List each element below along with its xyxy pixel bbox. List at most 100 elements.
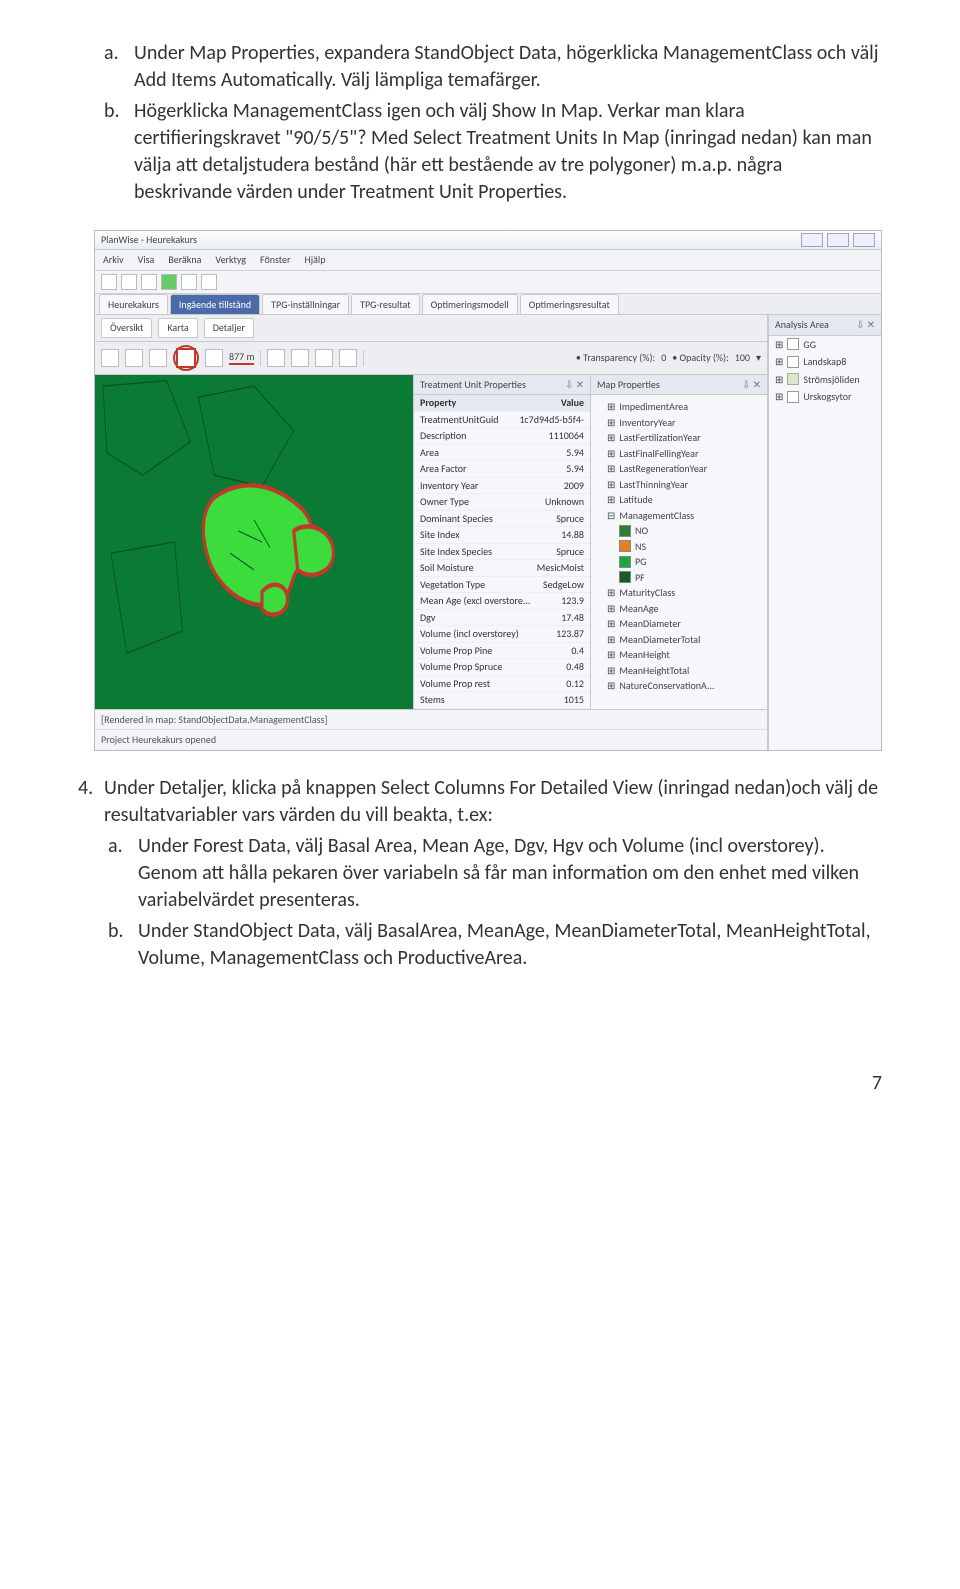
menu-item[interactable]: Hjälp xyxy=(304,253,325,267)
tree-item[interactable]: ⊞LastThinningYear xyxy=(597,477,761,493)
tree-item[interactable]: ⊞MaturityClass xyxy=(597,585,761,601)
prop-row[interactable]: Volume (incl overstorey)123.87 xyxy=(414,626,590,643)
prop-row[interactable]: Owner TypeUnknown xyxy=(414,494,590,511)
prop-row[interactable]: Volume Prop rest0.12 xyxy=(414,676,590,693)
expand-icon[interactable]: ⊞ xyxy=(607,679,615,693)
expand-icon[interactable]: ⊞ xyxy=(607,664,615,678)
tree-item[interactable]: ⊞ImpedimentArea xyxy=(597,399,761,415)
panel-pin-close[interactable]: ⇩ ✕ xyxy=(742,378,761,392)
opacity-dropdown-icon[interactable]: ▾ xyxy=(756,351,761,365)
prop-row[interactable]: Mean Age (excl overstore...123.9 xyxy=(414,593,590,610)
analysis-item[interactable]: ⊞GG xyxy=(769,336,881,354)
prop-row[interactable]: Site Index14.88 xyxy=(414,527,590,544)
map-canvas[interactable] xyxy=(95,375,413,709)
prop-row[interactable]: Inventory Year2009 xyxy=(414,478,590,495)
layer-icon[interactable] xyxy=(291,349,309,367)
tab-ingaende-tillstand[interactable]: Ingående tillstånd xyxy=(170,294,260,315)
expand-icon[interactable]: ⊞ xyxy=(607,462,615,476)
tree-item[interactable]: ⊞Latitude xyxy=(597,492,761,508)
subtab-karta[interactable]: Karta xyxy=(158,318,197,338)
tree-item[interactable]: ⊞LastRegenerationYear xyxy=(597,461,761,477)
tab-optimeringsmodell[interactable]: Optimeringsmodell xyxy=(422,294,518,315)
prop-row[interactable]: Volume Prop Spruce0.48 xyxy=(414,659,590,676)
expand-icon[interactable]: ⊞ xyxy=(607,602,615,616)
expand-icon[interactable]: ⊞ xyxy=(607,493,615,507)
tree-item[interactable]: ⊞MeanHeight xyxy=(597,647,761,663)
tab-tpg-installningar[interactable]: TPG-inställningar xyxy=(262,294,349,315)
zoom-in-icon[interactable] xyxy=(101,349,119,367)
prop-row[interactable]: Soil MoistureMesicMoist xyxy=(414,560,590,577)
tree-item[interactable]: NO xyxy=(597,523,761,539)
checkbox[interactable] xyxy=(787,373,799,385)
expand-icon[interactable]: ⊞ xyxy=(775,355,783,369)
tree-item[interactable]: ⊞MeanDiameter xyxy=(597,616,761,632)
tab-optimeringsresultat[interactable]: Optimeringsresultat xyxy=(520,294,619,315)
expand-icon[interactable]: ⊞ xyxy=(607,416,615,430)
menu-item[interactable]: Visa xyxy=(138,253,155,267)
tree-item[interactable]: PG xyxy=(597,554,761,570)
prop-row[interactable]: Vegetation TypeSedgeLow xyxy=(414,577,590,594)
expand-icon[interactable]: ⊞ xyxy=(775,373,783,387)
expand-icon[interactable]: ⊞ xyxy=(607,633,615,647)
minimize-button[interactable] xyxy=(801,233,823,247)
menu-item[interactable]: Verktyg xyxy=(215,253,246,267)
tree-item[interactable]: ⊞LastFinalFellingYear xyxy=(597,446,761,462)
checkbox[interactable] xyxy=(787,356,799,368)
select-treatment-units-icon[interactable] xyxy=(177,349,195,367)
toolbar-icon[interactable] xyxy=(201,274,217,290)
print-icon[interactable] xyxy=(339,349,357,367)
tree-item[interactable]: NS xyxy=(597,539,761,555)
panel-pin-close[interactable]: ⇩ ✕ xyxy=(565,378,584,392)
tree-item[interactable]: PF xyxy=(597,570,761,586)
prop-row[interactable]: Description1110064 xyxy=(414,428,590,445)
expand-icon[interactable]: ⊞ xyxy=(775,338,783,352)
menu-item[interactable]: Arkiv xyxy=(103,253,124,267)
toolbar-icon[interactable] xyxy=(101,274,117,290)
subtab-oversikt[interactable]: Översikt xyxy=(101,318,152,338)
checkbox[interactable] xyxy=(787,391,799,403)
tree-item[interactable]: ⊞InventoryYear xyxy=(597,415,761,431)
expand-icon[interactable]: ⊞ xyxy=(607,478,615,492)
panel-pin-close[interactable]: ⇩ ✕ xyxy=(856,318,875,332)
prop-row[interactable]: TreatmentUnitGuid1c7d94d5-b5f4- xyxy=(414,412,590,429)
prop-row[interactable]: Dominant SpeciesSpruce xyxy=(414,511,590,528)
save-icon[interactable] xyxy=(315,349,333,367)
expand-icon[interactable]: ⊞ xyxy=(607,400,615,414)
expand-icon[interactable]: ⊞ xyxy=(607,648,615,662)
analysis-item[interactable]: ⊞Landskap8 xyxy=(769,353,881,371)
tree-item[interactable]: ⊞NatureConservationA... xyxy=(597,678,761,694)
maximize-button[interactable] xyxy=(827,233,849,247)
opacity-value[interactable]: 100 xyxy=(735,351,750,365)
prop-row[interactable]: Area5.94 xyxy=(414,445,590,462)
tree-item[interactable]: ⊞MeanAge xyxy=(597,601,761,617)
checkbox[interactable] xyxy=(787,338,799,350)
zoom-out-icon[interactable] xyxy=(125,349,143,367)
toolbar-icon[interactable] xyxy=(141,274,157,290)
close-button[interactable] xyxy=(853,233,875,247)
tree-item[interactable]: ⊞MeanHeightTotal xyxy=(597,663,761,679)
pan-icon[interactable] xyxy=(205,349,223,367)
prop-row[interactable]: Dgv17.48 xyxy=(414,610,590,627)
prop-row[interactable]: Site Index SpeciesSpruce xyxy=(414,544,590,561)
expand-icon[interactable]: ⊟ xyxy=(607,509,615,523)
tab-tpg-resultat[interactable]: TPG-resultat xyxy=(351,294,419,315)
menu-item[interactable]: Beräkna xyxy=(168,253,201,267)
expand-icon[interactable]: ⊞ xyxy=(607,447,615,461)
zoom-full-icon[interactable] xyxy=(149,349,167,367)
tree-item[interactable]: ⊟ManagementClass xyxy=(597,508,761,524)
prop-row[interactable]: Stems1015 xyxy=(414,692,590,709)
expand-icon[interactable]: ⊞ xyxy=(607,586,615,600)
expand-icon[interactable]: ⊞ xyxy=(607,431,615,445)
analysis-item[interactable]: ⊞Strömsjöliden xyxy=(769,371,881,389)
prop-row[interactable]: Area Factor5.94 xyxy=(414,461,590,478)
expand-icon[interactable]: ⊞ xyxy=(607,617,615,631)
transparency-value[interactable]: 0 xyxy=(661,351,666,365)
tree-item[interactable]: ⊞MeanDiameterTotal xyxy=(597,632,761,648)
subtab-detaljer[interactable]: Detaljer xyxy=(204,318,254,338)
info-icon[interactable] xyxy=(267,349,285,367)
toolbar-icon[interactable] xyxy=(181,274,197,290)
analysis-item[interactable]: ⊞Urskogsytor xyxy=(769,388,881,406)
expand-icon[interactable]: ⊞ xyxy=(775,390,783,404)
menu-item[interactable]: Fönster xyxy=(260,253,291,267)
tab-heurekakurs[interactable]: Heurekakurs xyxy=(99,294,168,315)
